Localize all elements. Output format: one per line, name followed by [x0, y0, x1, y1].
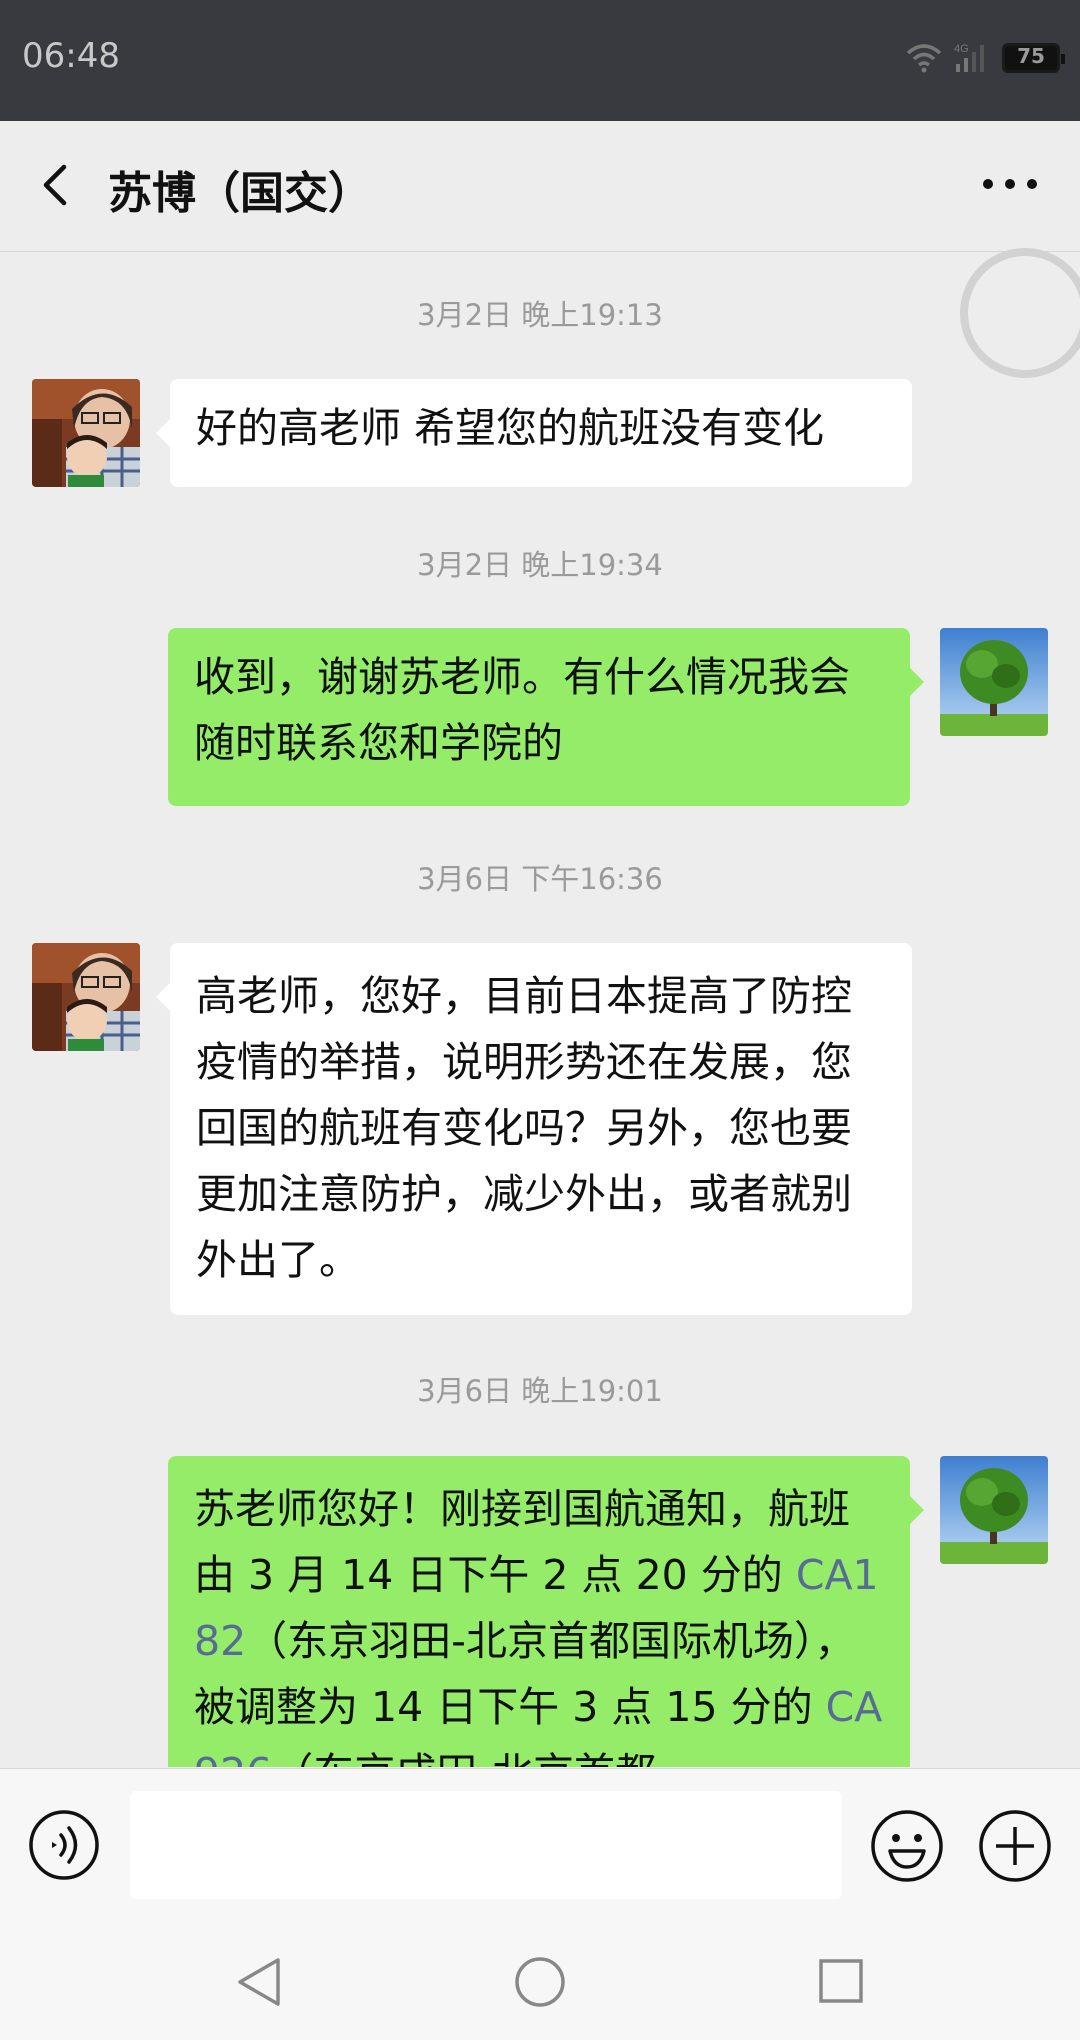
emoji-icon[interactable]	[870, 1809, 944, 1883]
avatar[interactable]	[940, 1456, 1048, 1564]
chat-title: 苏博（国交）	[108, 168, 372, 219]
message-bubble-outgoing[interactable]: 苏老师您好！刚接到国航通知，航班由 3 月 14 日下午 2 点 20 分的 C…	[168, 1456, 924, 1767]
wifi-icon	[906, 44, 942, 73]
nav-recent-icon[interactable]	[818, 1958, 864, 2004]
battery-level: 75	[1017, 44, 1045, 68]
message-list[interactable]: 3月2日 晚上19:13 好的高老师 希望您的航班没有变化 3月2日 晚上19:…	[0, 252, 1080, 1767]
timestamp: 3月6日 下午16:36	[417, 862, 663, 896]
avatar-contact-photo	[32, 379, 140, 487]
timestamp: 3月2日 晚上19:13	[417, 298, 663, 332]
back-arrow-icon[interactable]	[30, 159, 82, 211]
system-nav-bar	[0, 1920, 1080, 2040]
status-icons: 4G 75	[906, 38, 1065, 78]
battery-icon: 75	[1002, 43, 1065, 73]
message-bubble-incoming[interactable]: 好的高老师 希望您的航班没有变化	[156, 379, 912, 487]
message-text: （东京成田-北京首都	[272, 1749, 656, 1767]
network-type: 4G	[954, 43, 969, 55]
timestamp: 3月2日 晚上19:34	[417, 548, 663, 582]
plus-icon[interactable]	[978, 1809, 1052, 1883]
input-bar	[0, 1768, 1080, 1921]
message-bubble-outgoing[interactable]: 收到，谢谢苏老师。有什么情况我会随时联系您和学院的	[168, 628, 924, 806]
message-text: 苏老师您好！刚接到国航通知，航班由 3 月 14 日下午 2 点 20 分的	[194, 1485, 850, 1599]
signal-icon: 4G	[954, 43, 984, 72]
avatar-tree-photo	[940, 1456, 1048, 1564]
avatar[interactable]	[32, 379, 140, 487]
avatar[interactable]	[32, 943, 140, 1051]
timestamp: 3月6日 晚上19:01	[417, 1374, 663, 1408]
message-bubble-incoming[interactable]: 高老师，您好，目前日本提高了防控疫情的举措，说明形势还在发展，您回国的航班有变化…	[156, 943, 912, 1315]
nav-back-icon[interactable]	[234, 1956, 284, 2008]
avatar-contact-photo	[32, 943, 140, 1051]
voice-icon[interactable]	[28, 1809, 100, 1881]
message-input[interactable]	[130, 1791, 842, 1899]
more-dots-icon[interactable]	[980, 169, 1040, 199]
chat-header: 苏博（国交）	[0, 121, 1080, 252]
message-text: （东京羽田-北京首都国际机场），被调整为 14 日下午 3 点 15 分的	[194, 1617, 856, 1731]
avatar[interactable]	[940, 628, 1048, 736]
status-bar: 06:48 4G 75	[0, 0, 1080, 121]
status-time: 06:48	[22, 36, 120, 76]
nav-home-icon[interactable]	[514, 1956, 566, 2008]
loading-spinner	[960, 248, 1080, 378]
avatar-tree-photo	[940, 628, 1048, 736]
